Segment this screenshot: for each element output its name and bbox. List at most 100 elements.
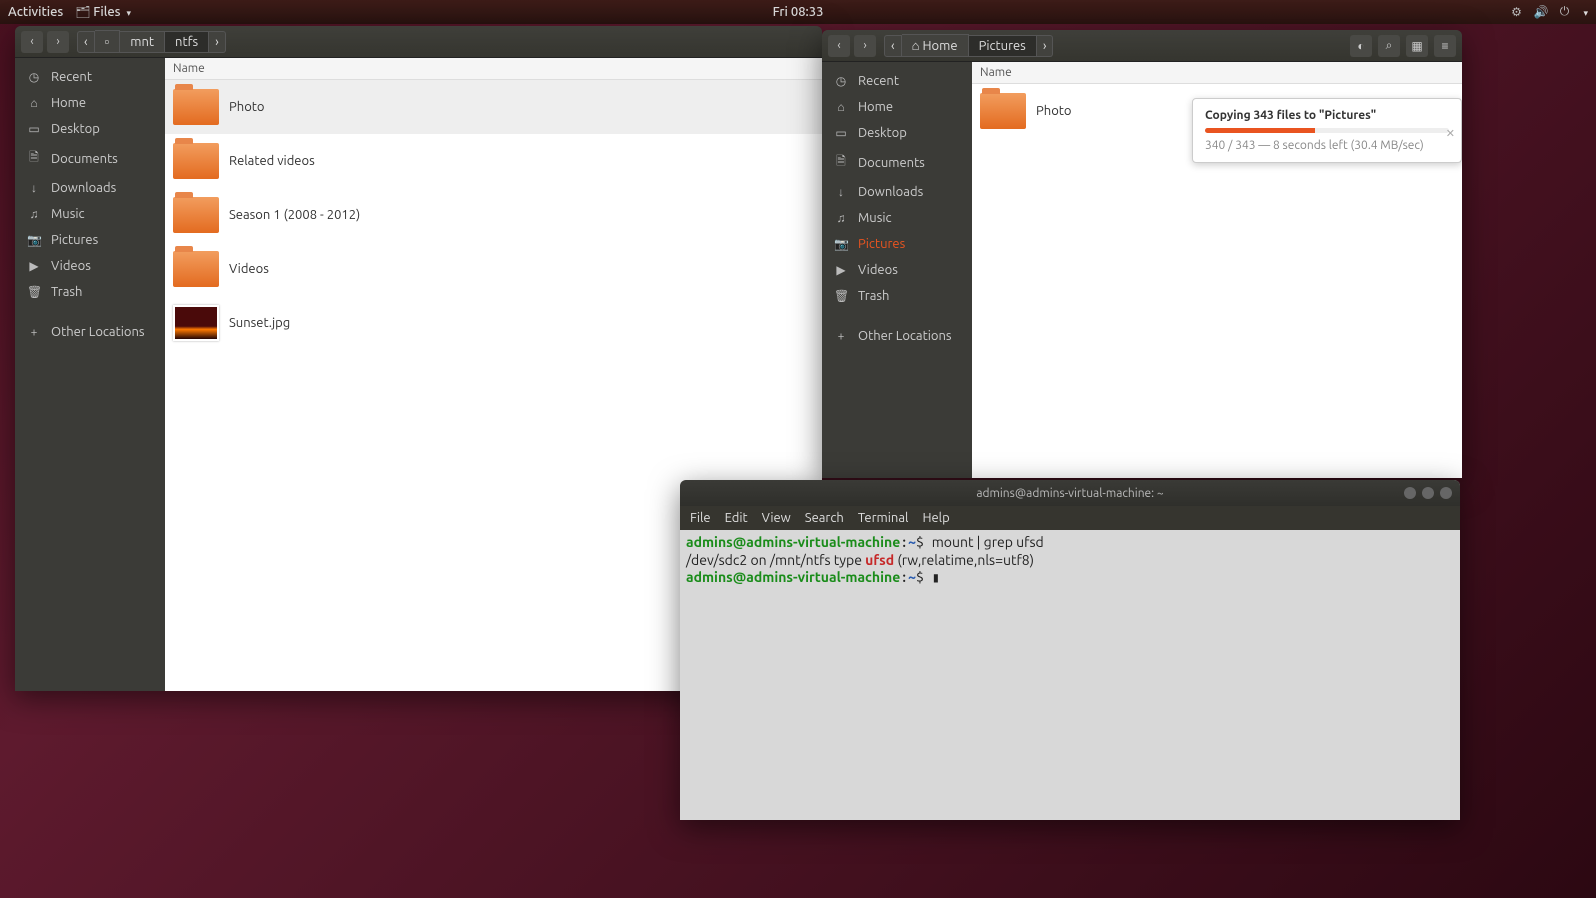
back-button[interactable]: ‹ <box>21 31 43 53</box>
sidebar-item-recent[interactable]: ◷Recent <box>822 68 972 94</box>
videos-icon: ▶ <box>27 259 41 273</box>
window-close-button[interactable] <box>1440 487 1452 499</box>
item-label: Photo <box>229 100 265 114</box>
menu-search[interactable]: Search <box>805 511 844 525</box>
path-seg-pictures[interactable]: Pictures <box>969 35 1037 57</box>
sidebar-item-music[interactable]: ♫Music <box>822 205 972 231</box>
sidebar: ◷ Recent ⌂Home ▭Desktop 🗎 Documents ↓Downl… <box>15 58 165 691</box>
sidebar-item-label: Music <box>51 207 85 221</box>
sidebar-item-trash[interactable]: 🗑Trash <box>822 283 972 309</box>
power-icon[interactable]: ⏻ <box>1557 5 1571 19</box>
system-menu-dropdown-icon[interactable] <box>1581 5 1588 19</box>
sidebar-item-label: Home <box>51 96 86 110</box>
sidebar-item-pictures[interactable]: 📷Pictures <box>822 231 972 257</box>
app-menu[interactable]: 🗂 Files <box>75 5 131 19</box>
path-up-button[interactable]: ‹ <box>77 31 95 53</box>
forward-button[interactable]: › <box>47 31 69 53</box>
sidebar-item-label: Downloads <box>858 185 923 199</box>
folder-icon <box>173 89 219 125</box>
list-item[interactable]: Photo <box>165 80 822 134</box>
back-button[interactable]: ‹ <box>828 35 850 57</box>
sidebar-item-label: Trash <box>51 285 82 299</box>
sidebar-item-label: Recent <box>51 70 92 84</box>
list-item[interactable]: Sunset.jpg <box>165 296 822 350</box>
sidebar-item-music[interactable]: ♫ Music <box>15 201 165 227</box>
sidebar-item-documents[interactable]: 🗎Documents <box>822 146 972 179</box>
sidebar-item-label: Pictures <box>858 237 905 251</box>
sidebar-item-label: Pictures <box>51 233 98 247</box>
sidebar-item-pictures[interactable]: 📷 Pictures <box>15 227 165 253</box>
trash-icon: 🗑 <box>27 285 41 299</box>
sidebar-item-desktop[interactable]: ▭Desktop <box>15 116 165 142</box>
item-label: Photo <box>1036 104 1072 118</box>
sidebar-item-label: Downloads <box>51 181 116 195</box>
sidebar-item-label: Documents <box>858 156 925 170</box>
documents-icon: 🗎 <box>27 148 41 169</box>
list-item[interactable]: Videos <box>165 242 822 296</box>
item-label: Related videos <box>229 154 315 168</box>
music-icon: ♫ <box>27 207 41 221</box>
recent-icon: ◷ <box>27 70 41 84</box>
copy-cancel-button[interactable]: ✕ <box>1446 127 1455 140</box>
files-window-pictures: ‹ › ‹ ⌂ Home Pictures › ◐ ⌕ ▦ ≡ ◷Recent … <box>822 30 1462 478</box>
menu-edit[interactable]: Edit <box>725 511 748 525</box>
sidebar-item-other-locations[interactable]: +Other Locations <box>15 319 165 345</box>
sidebar-item-home[interactable]: ⌂Home <box>15 90 165 116</box>
sidebar-item-label: Documents <box>51 152 118 166</box>
sidebar-item-downloads[interactable]: ↓ Downloads <box>822 179 972 205</box>
terminal-output[interactable]: admins@admins-virtual-machine:~$ mount |… <box>680 530 1460 820</box>
sidebar-item-trash[interactable]: 🗑 Trash <box>15 279 165 305</box>
sidebar-item-downloads[interactable]: ↓Downloads <box>15 175 165 201</box>
menu-help[interactable]: Help <box>922 511 949 525</box>
folder-icon <box>173 251 219 287</box>
folder-icon <box>980 93 1026 129</box>
sidebar-item-documents[interactable]: 🗎 Documents <box>15 142 165 175</box>
progress-indicator-button[interactable]: ◐ <box>1350 35 1372 57</box>
search-button[interactable]: ⌕ <box>1378 35 1400 57</box>
folder-icon <box>173 197 219 233</box>
sidebar-item-recent[interactable]: ◷ Recent <box>15 64 165 90</box>
sidebar-item-label: Desktop <box>858 126 907 140</box>
activities-button[interactable]: Activities <box>8 5 63 19</box>
files-app-icon: 🗂 <box>75 5 89 19</box>
sidebar-item-label: Trash <box>858 289 889 303</box>
sidebar-item-videos[interactable]: ▶Videos <box>822 257 972 283</box>
path-seg-mnt[interactable]: mnt <box>120 31 165 53</box>
volume-icon[interactable]: 🔊 <box>1533 5 1547 19</box>
sidebar-item-other-locations[interactable]: +Other Locations <box>822 323 972 349</box>
sidebar-item-videos[interactable]: ▶Videos <box>15 253 165 279</box>
column-header-name[interactable]: Name <box>165 58 822 80</box>
path-window-button[interactable]: ▫ <box>95 30 121 53</box>
list-item[interactable]: Season 1 (2008 - 2012) <box>165 188 822 242</box>
item-label: Season 1 (2008 - 2012) <box>229 208 360 222</box>
column-header-name[interactable]: Name <box>972 62 1462 84</box>
path-seg-home[interactable]: ⌂ Home <box>902 34 969 57</box>
list-item[interactable]: Related videos <box>165 134 822 188</box>
network-icon[interactable]: ⚙ <box>1509 5 1523 19</box>
sidebar-item-desktop[interactable]: ▭ Desktop <box>822 120 972 146</box>
menu-file[interactable]: File <box>690 511 711 525</box>
pictures-icon: 📷 <box>27 233 41 247</box>
forward-button[interactable]: › <box>854 35 876 57</box>
downloads-icon: ↓ <box>834 185 848 199</box>
menu-terminal[interactable]: Terminal <box>858 511 909 525</box>
path-seg-ntfs[interactable]: ntfs <box>165 31 209 53</box>
hamburger-menu-button[interactable]: ≡ <box>1434 35 1456 57</box>
path-next-button[interactable]: › <box>209 31 226 53</box>
plus-icon: + <box>27 326 41 339</box>
desktop-icon: ▭ <box>834 126 848 140</box>
sidebar-item-home[interactable]: ⌂Home <box>822 94 972 120</box>
path-up-button[interactable]: ‹ <box>884 35 902 57</box>
item-label: Sunset.jpg <box>229 316 290 330</box>
header-bar: ‹ › ‹ ▫ mnt ntfs › <box>15 26 822 58</box>
terminal-title-bar: admins@admins-virtual-machine: ~ <box>680 480 1460 506</box>
path-next-button[interactable]: › <box>1037 35 1054 57</box>
copy-title: Copying 343 files to "Pictures" <box>1205 109 1449 122</box>
sidebar-item-label: Music <box>858 211 892 225</box>
clock[interactable]: Fri 08:33 <box>773 5 824 19</box>
window-minimize-button[interactable] <box>1404 487 1416 499</box>
window-maximize-button[interactable] <box>1422 487 1434 499</box>
view-grid-button[interactable]: ▦ <box>1406 35 1428 57</box>
menu-view[interactable]: View <box>762 511 791 525</box>
sidebar-item-label: Other Locations <box>858 329 952 343</box>
